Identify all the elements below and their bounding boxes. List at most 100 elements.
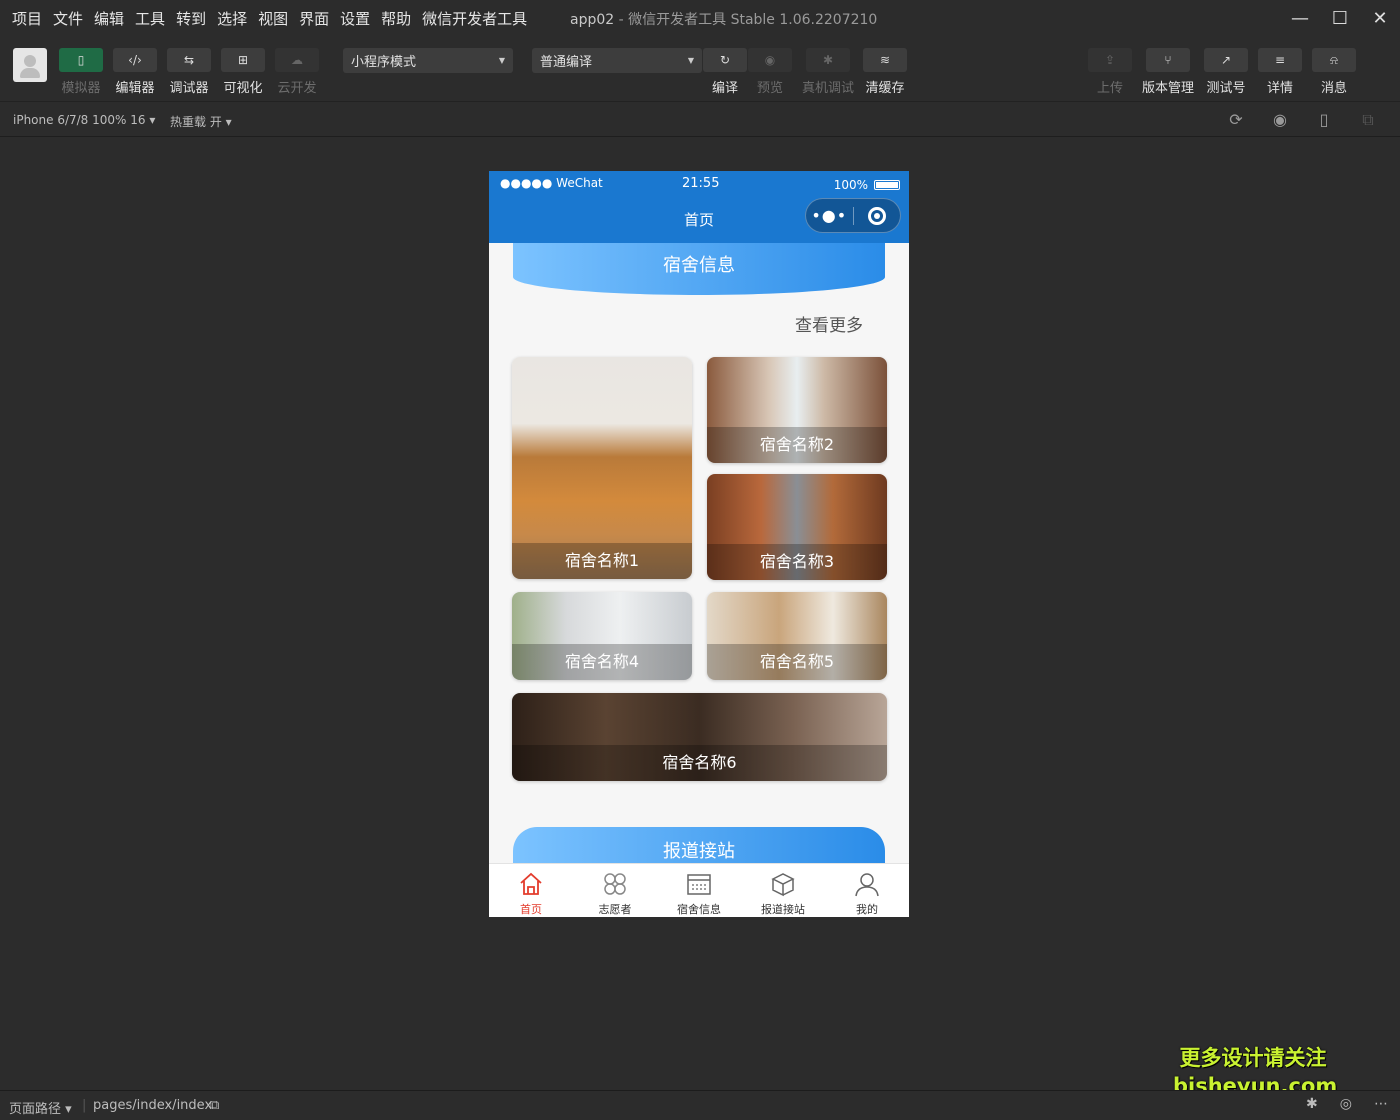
capsule-menu: •●• (805, 198, 901, 233)
cloud-dev-button[interactable]: ☁ 云开发 (274, 48, 320, 96)
tab-home-label: 首页 (520, 903, 542, 916)
menu-tools[interactable]: 工具 (135, 8, 165, 29)
dorm-card-4[interactable]: 宿舍名称4 (512, 592, 692, 680)
tab-mine[interactable]: 我的 (825, 864, 909, 917)
copy-icon[interactable]: ⧉ (210, 1098, 219, 1113)
tab-registration[interactable]: 报道接站 (741, 864, 825, 917)
device-icons: ⟳ ◉ ▯ ⧉ (1214, 110, 1390, 130)
eye-icon[interactable]: ◎ (1340, 1096, 1352, 1112)
device-bar: iPhone 6/7/8 100% 16 ▾ 热重载 开 ▾ ⟳ ◉ ▯ ⧉ (0, 103, 1400, 137)
details-button[interactable]: ≡ 详情 (1257, 48, 1303, 96)
editor-button[interactable]: ‹/› 编辑器 (112, 48, 158, 96)
layout-icon: ⊞ (221, 48, 265, 72)
menu-items: 项目 文件 编辑 工具 转到 选择 视图 界面 设置 帮助 微信开发者工具 (0, 8, 538, 29)
battery-status: 100% (834, 178, 900, 192)
user-icon (855, 873, 879, 897)
tab-volunteers[interactable]: 志愿者 (573, 864, 657, 917)
clear-cache-button[interactable]: ≋ 清缓存 (862, 48, 908, 96)
eye-icon: ◉ (748, 48, 792, 72)
chevron-down-icon: ▼ (498, 56, 505, 65)
tab-home[interactable]: 首页 (489, 864, 573, 917)
battery-icon (874, 180, 900, 190)
clock: 21:55 (682, 176, 720, 191)
simulator-label: 模拟器 (61, 81, 101, 96)
upload-icon: ⇪ (1088, 48, 1132, 72)
page-path-select[interactable]: 页面路径 ▾ (9, 1098, 72, 1117)
version-button[interactable]: ⑂ 版本管理 (1140, 48, 1196, 96)
visual-button[interactable]: ⊞ 可视化 (220, 48, 266, 96)
tab-registration-label: 报道接站 (761, 903, 805, 916)
device-select[interactable]: iPhone 6/7/8 100% 16 ▾ (13, 113, 155, 127)
more-icon[interactable]: ⋯ (1374, 1096, 1388, 1112)
cloud-dev-label: 云开发 (277, 81, 317, 96)
compile-button[interactable]: ↻ 编译 (702, 48, 748, 96)
debugger-button[interactable]: ⇆ 调试器 (166, 48, 212, 96)
dorm-card-3[interactable]: 宿舍名称3 (707, 474, 887, 580)
rotate-icon[interactable]: ⟳ (1214, 110, 1258, 130)
compile-label: 编译 (711, 81, 738, 96)
tab-dorm-info[interactable]: 宿舍信息 (657, 864, 741, 917)
phone-frame-icon[interactable]: ▯ (1302, 110, 1346, 130)
menu-edit[interactable]: 编辑 (94, 8, 124, 29)
battery-percent: 100% (833, 178, 868, 192)
detach-icon[interactable]: ⧉ (1346, 110, 1390, 130)
dorm-card-6[interactable]: 宿舍名称6 (512, 693, 887, 781)
menu-icon: ≡ (1258, 48, 1302, 72)
menu-project[interactable]: 项目 (12, 8, 42, 29)
messages-label: 消息 (1320, 81, 1347, 96)
menu-settings[interactable]: 设置 (340, 8, 370, 29)
close-icon[interactable]: ✕ (1360, 0, 1400, 36)
test-account-button[interactable]: ↗ 测试号 (1203, 48, 1249, 96)
navigation-bar: ●●●●● WeChat 21:55 100% 首页 •●• (489, 171, 909, 243)
record-icon[interactable]: ◉ (1258, 110, 1302, 130)
tab-dorm-info-label: 宿舍信息 (677, 903, 721, 916)
external-link-icon: ↗ (1204, 48, 1248, 72)
remote-debug-label: 真机调试 (801, 81, 854, 96)
status-bar: ●●●●● WeChat 21:55 100% (489, 176, 909, 196)
home-icon (520, 872, 542, 895)
menu-help[interactable]: 帮助 (381, 8, 411, 29)
dorm-name-5: 宿舍名称5 (707, 644, 887, 680)
bell-icon: ⍾ (1312, 48, 1356, 72)
dorm-card-1[interactable]: 宿舍名称1 (512, 357, 692, 579)
dorm-name-2: 宿舍名称2 (707, 427, 887, 463)
debugger-label: 调试器 (169, 81, 209, 96)
dorm-card-5[interactable]: 宿舍名称5 (707, 592, 887, 680)
box-icon (771, 873, 795, 897)
menu-select[interactable]: 选择 (217, 8, 247, 29)
menu-wechat-devtools[interactable]: 微信开发者工具 (422, 8, 527, 29)
close-target-icon[interactable] (853, 206, 900, 225)
compile-select[interactable]: 普通编译 ▼ (532, 48, 702, 73)
details-label: 详情 (1266, 81, 1293, 96)
menu-view[interactable]: 视图 (258, 8, 288, 29)
clear-cache-label: 清缓存 (865, 81, 905, 96)
divider: | (82, 1098, 87, 1113)
bug-icon[interactable]: ✱ (1306, 1096, 1318, 1112)
app-name: app02 (570, 12, 615, 28)
menu-file[interactable]: 文件 (53, 8, 83, 29)
window-title-rest: - 微信开发者工具 Stable 1.06.2207210 (614, 12, 878, 28)
toolbar: ▯ 模拟器 ‹/› 编辑器 ⇆ 调试器 ⊞ 可视化 ☁ 云开发 小程序模式 ▼ … (0, 36, 1400, 102)
mode-select[interactable]: 小程序模式 ▼ (343, 48, 513, 73)
hot-reload-toggle[interactable]: 热重载 开 ▾ (170, 113, 232, 130)
minimize-icon[interactable]: — (1280, 0, 1320, 36)
clover-icon (604, 873, 626, 895)
menu-interface[interactable]: 界面 (299, 8, 329, 29)
upload-button[interactable]: ⇪ 上传 (1087, 48, 1133, 96)
upload-label: 上传 (1096, 81, 1123, 96)
preview-button[interactable]: ◉ 预览 (747, 48, 793, 96)
menu-goto[interactable]: 转到 (176, 8, 206, 29)
tab-mine-label: 我的 (856, 903, 878, 916)
messages-button[interactable]: ⍾ 消息 (1311, 48, 1357, 96)
avatar[interactable] (13, 48, 47, 82)
remote-debug-button[interactable]: ✱ 真机调试 (800, 48, 856, 96)
cloud-icon: ☁ (275, 48, 319, 72)
maximize-icon[interactable]: ☐ (1320, 0, 1360, 36)
dorm-card-2[interactable]: 宿舍名称2 (707, 357, 887, 463)
view-more-link[interactable]: 查看更多 (795, 311, 863, 336)
test-account-label: 测试号 (1206, 81, 1246, 96)
simulator-button[interactable]: ▯ 模拟器 (58, 48, 104, 96)
bug-icon: ✱ (806, 48, 850, 72)
more-dots-icon[interactable]: •●• (806, 206, 853, 225)
mode-select-value: 小程序模式 (351, 55, 417, 70)
